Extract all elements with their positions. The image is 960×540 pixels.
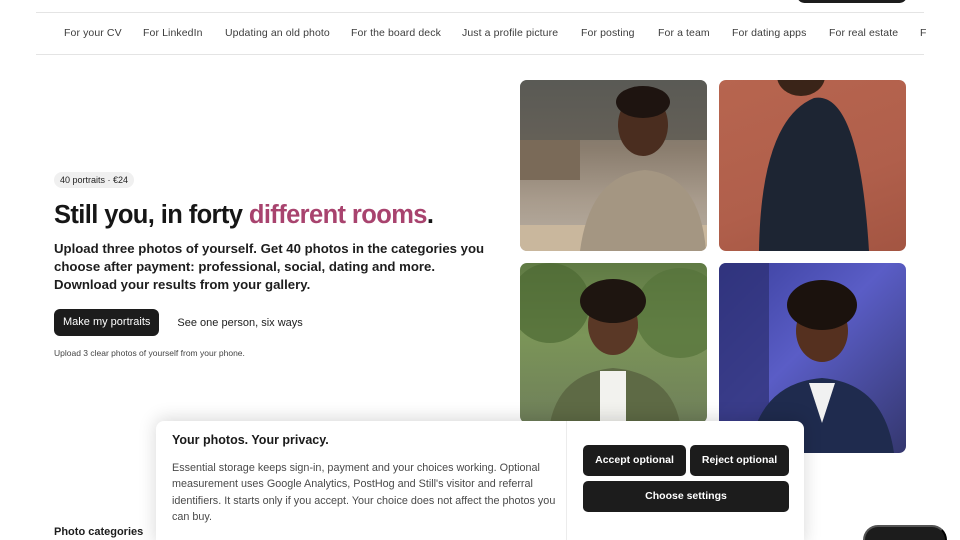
upload-hint: Upload 3 clear photos of yourself from y… (54, 348, 245, 358)
consent-divider (566, 421, 567, 540)
hero-section: 40 portraits · €24 Still you, in forty d… (54, 170, 494, 358)
header-divider-bottom (36, 54, 924, 55)
category-link-real-estate[interactable]: For real estate (829, 27, 898, 39)
hero-actions: Make my portraits See one person, six wa… (54, 309, 494, 336)
category-nav: For your CV For LinkedIn Updating an old… (0, 13, 960, 54)
category-link-linkedin[interactable]: For LinkedIn (143, 27, 203, 39)
consent-title: Your photos. Your privacy. (172, 433, 329, 447)
hero-lead: Upload three photos of yourself. Get 40 … (54, 241, 485, 292)
photo-categories-title: Photo categories (54, 526, 144, 538)
accept-optional-button[interactable]: Accept optional (583, 445, 686, 476)
reject-optional-button[interactable]: Reject optional (690, 445, 789, 476)
cafe-portrait-image (520, 80, 707, 251)
headline-accent: different rooms (248, 201, 428, 229)
choose-settings-button[interactable]: Choose settings (583, 481, 789, 512)
park-portrait-image (520, 263, 707, 423)
category-link-team[interactable]: For a team (658, 27, 710, 39)
price-badge: 40 portraits · €24 (54, 172, 135, 188)
category-link-dating[interactable]: For dating apps (732, 27, 806, 39)
consent-description: Essential storage keeps sign-in, payment… (172, 462, 556, 523)
category-link-cv[interactable]: For your CV (64, 27, 122, 39)
see-examples-link[interactable]: See one person, six ways (177, 317, 302, 329)
header-cta-button[interactable] (797, 0, 907, 3)
make-portraits-button[interactable]: Make my portraits (54, 309, 160, 336)
page-title: Still you, in forty different rooms. (54, 201, 434, 229)
need-help-button[interactable]: Need help? (863, 525, 947, 540)
category-link-profile-picture[interactable]: Just a profile picture (462, 27, 558, 39)
cookie-consent-dialog: Your photos. Your privacy. Essential sto… (156, 421, 804, 540)
category-link-more[interactable]: F (920, 27, 927, 39)
category-link-board-deck[interactable]: For the board deck (351, 27, 441, 39)
terracotta-portrait-image (719, 80, 906, 251)
category-link-posting[interactable]: For posting (581, 27, 635, 39)
category-link-old-photo[interactable]: Updating an old photo (225, 27, 330, 39)
